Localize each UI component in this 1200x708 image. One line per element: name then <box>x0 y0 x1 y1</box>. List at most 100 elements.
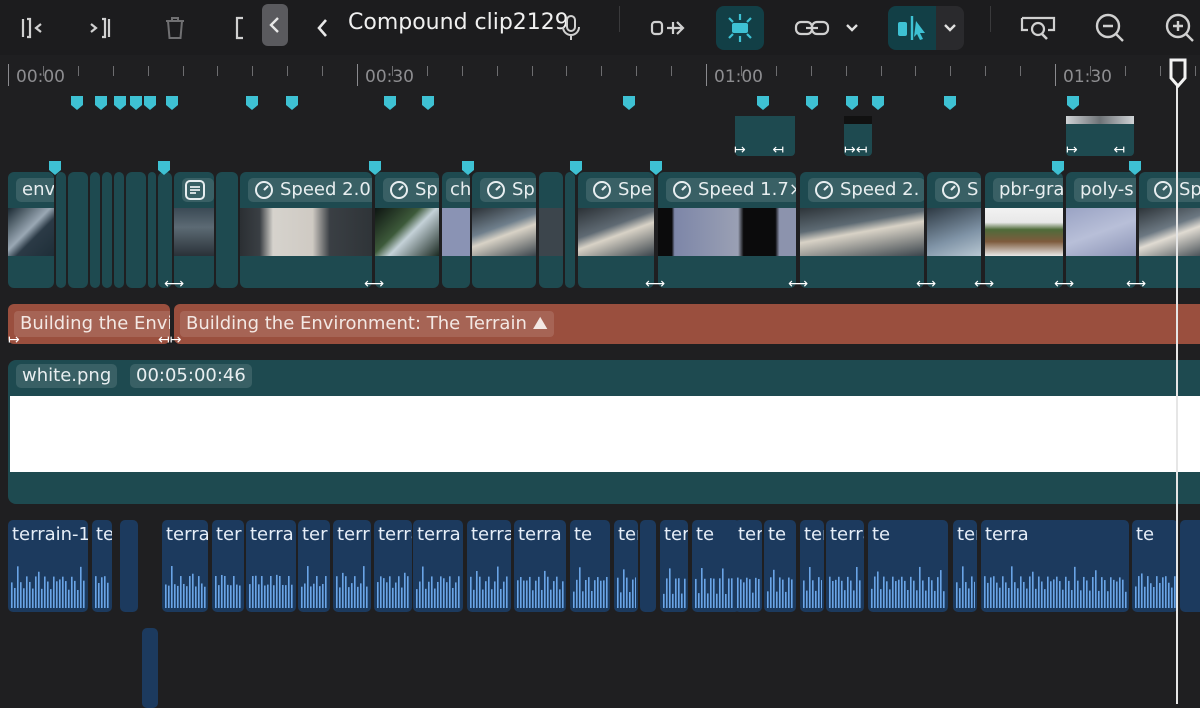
audio-clip[interactable]: terra <box>413 520 463 612</box>
image-clip[interactable]: white.png 00:05:00:46 <box>8 360 1200 504</box>
link-icon[interactable] <box>790 6 834 50</box>
trim-handle-icon[interactable]: ↦↤ <box>844 142 867 158</box>
video-clip[interactable] <box>126 172 146 288</box>
trim-handle-icon[interactable]: ⟷ <box>645 276 665 292</box>
marker-icon[interactable] <box>871 95 885 111</box>
video-clip[interactable] <box>68 172 88 288</box>
trim-handle-icon[interactable]: ↦ ↤ <box>1066 142 1125 158</box>
audio-clip[interactable]: terra <box>514 520 566 612</box>
zoom-in-icon[interactable] <box>1160 6 1200 50</box>
marker-icon[interactable] <box>285 95 299 111</box>
video-clip[interactable]: ch <box>442 172 470 288</box>
marker-icon[interactable] <box>943 95 957 111</box>
video-clip[interactable]: Sp <box>375 172 439 288</box>
marker-icon[interactable] <box>421 95 435 111</box>
trim-handle-icon[interactable]: ⟷ <box>164 276 184 292</box>
audio-clip[interactable] <box>142 628 158 708</box>
zoom-fit-icon[interactable] <box>1016 6 1060 50</box>
video-clip[interactable] <box>565 172 575 288</box>
marker-icon[interactable] <box>1066 95 1080 111</box>
trim-handle-icon[interactable]: ↤↦ <box>158 332 181 348</box>
audio-clip[interactable]: te <box>868 520 948 612</box>
audio-clip[interactable]: terrai <box>467 520 511 612</box>
trash-icon[interactable] <box>158 6 192 50</box>
audio-clip[interactable]: terra <box>981 520 1129 612</box>
video-clip[interactable]: Sp <box>1139 172 1200 288</box>
marker-icon[interactable] <box>129 95 143 111</box>
audio-clip[interactable]: terra <box>374 520 412 612</box>
clip-marker-icon[interactable] <box>1128 160 1142 176</box>
audio-clip[interactable]: terra <box>246 520 296 612</box>
trim-handle-icon[interactable]: ⟷ <box>1054 276 1074 292</box>
video-clip[interactable] <box>114 172 124 288</box>
marker-icon[interactable] <box>165 95 179 111</box>
audio-clip[interactable]: te <box>570 520 610 612</box>
collapse-chevron-icon[interactable] <box>262 4 288 46</box>
audio-clip[interactable]: te <box>92 520 112 612</box>
video-clip[interactable] <box>90 172 100 288</box>
audio-clip[interactable]: ter <box>212 520 244 612</box>
clip-marker-icon[interactable] <box>649 160 663 176</box>
marker-icon[interactable] <box>805 95 819 111</box>
video-clip[interactable] <box>174 172 214 288</box>
marker-icon[interactable] <box>70 95 84 111</box>
trim-handle-icon[interactable]: ⟷ <box>788 276 808 292</box>
marker-icon[interactable] <box>94 95 108 111</box>
video-clip[interactable] <box>56 172 66 288</box>
clip-marker-icon[interactable] <box>569 160 583 176</box>
audio-clip[interactable]: te <box>692 520 740 612</box>
video-clip[interactable]: Spe <box>578 172 654 288</box>
link-menu-chevron-icon[interactable] <box>842 6 862 50</box>
clip-marker-icon[interactable] <box>48 160 62 176</box>
trim-handle-icon[interactable]: ↦ <box>8 332 20 348</box>
trim-handle-icon[interactable]: ⟷ <box>1126 276 1146 292</box>
playhead[interactable] <box>1176 62 1178 704</box>
audio-clip[interactable]: ter <box>298 520 330 612</box>
video-clip[interactable]: Speed 2.0 <box>240 172 372 288</box>
video-clip[interactable] <box>102 172 112 288</box>
video-clip[interactable] <box>216 172 238 288</box>
clip-marker-icon[interactable] <box>368 160 382 176</box>
trim-handle-icon[interactable]: ⟷ <box>974 276 994 292</box>
detach-audio-icon[interactable] <box>646 6 690 50</box>
video-clip[interactable]: Sp <box>472 172 536 288</box>
video-clip[interactable]: Speed 1.7× <box>658 172 796 288</box>
audio-clip[interactable]: terra <box>162 520 208 612</box>
video-clip[interactable]: pbr-gra <box>985 172 1063 288</box>
marker-icon[interactable] <box>845 95 859 111</box>
audio-clip[interactable]: terrain-1 <box>826 520 864 612</box>
zoom-out-icon[interactable] <box>1092 6 1128 50</box>
trim-start-icon[interactable] <box>14 6 50 50</box>
video-clip[interactable]: poly-s <box>1066 172 1136 288</box>
clip-marker-icon[interactable] <box>1051 160 1065 176</box>
audio-clip[interactable]: ter <box>614 520 638 612</box>
select-menu-chevron-icon[interactable] <box>936 6 964 50</box>
trim-handle-icon[interactable]: ⟷ <box>916 276 936 292</box>
video-clip[interactable] <box>539 172 563 288</box>
compound-clip-title[interactable]: Compound clip2129 <box>348 10 569 35</box>
audio-clip[interactable] <box>1180 520 1200 612</box>
audio-clip[interactable] <box>640 520 656 612</box>
audio-clip[interactable]: te <box>764 520 796 612</box>
audio-clip[interactable]: terr <box>333 520 371 612</box>
video-clip[interactable] <box>148 172 156 288</box>
audio-clip[interactable] <box>120 520 138 612</box>
title-clip[interactable]: Building the Environment: The Terrain ⛰ <box>174 304 1200 344</box>
video-clip[interactable]: env <box>8 172 54 288</box>
audio-clip[interactable]: terrain-1 <box>8 520 88 612</box>
trim-handle-icon[interactable]: ⟷ <box>364 276 384 292</box>
audio-clip[interactable]: ter <box>734 520 762 612</box>
clip-marker-icon[interactable] <box>157 160 171 176</box>
trim-end-icon[interactable] <box>82 6 118 50</box>
audio-clip[interactable]: terrain-2-trunca <box>953 520 977 612</box>
playhead-handle-icon[interactable] <box>1168 58 1188 92</box>
snapping-icon[interactable] <box>716 6 764 50</box>
clip-marker-icon[interactable] <box>461 160 475 176</box>
marker-icon[interactable] <box>113 95 127 111</box>
title-clip[interactable]: Building the Envi <box>8 304 170 344</box>
video-clip[interactable] <box>158 172 172 288</box>
video-clip[interactable]: S <box>927 172 981 288</box>
marker-icon[interactable] <box>245 95 259 111</box>
marker-icon[interactable] <box>383 95 397 111</box>
mic-icon[interactable] <box>556 6 586 50</box>
